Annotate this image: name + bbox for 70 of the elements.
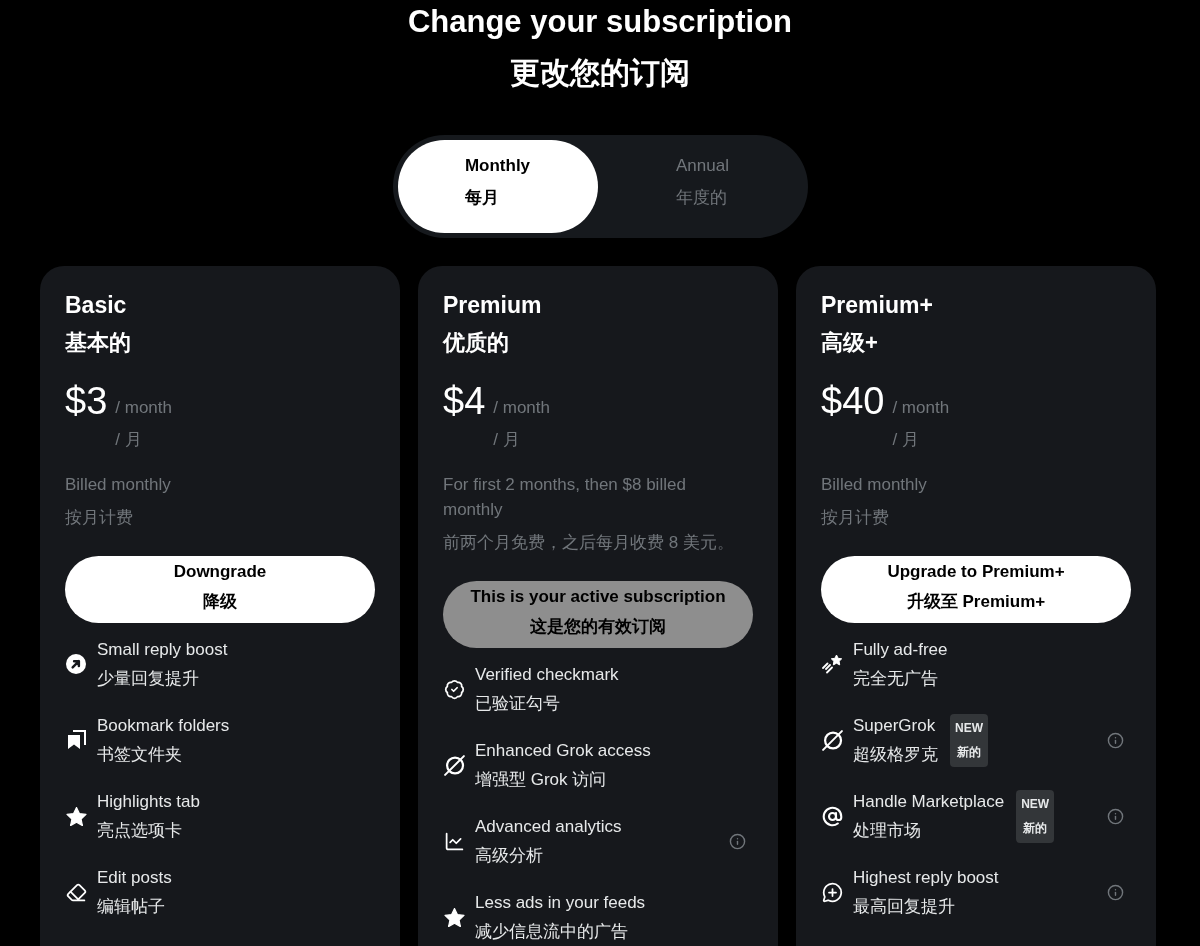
speech-bubble-plus-icon [821, 881, 843, 903]
feature-title: Edit posts [97, 867, 172, 889]
billing-note: Billed monthly [821, 474, 927, 496]
feature-title-translation: 少量回复提升 [97, 668, 199, 690]
feature-title-translation: 处理市场 [853, 820, 921, 842]
price-period-translation: / 月 [892, 429, 919, 451]
price-amount: $3 [65, 379, 108, 423]
info-icon[interactable] [1107, 883, 1124, 901]
price-amount: $4 [443, 379, 486, 423]
plan-action-button[interactable]: Upgrade to Premium+ 升级至 Premium+ [821, 556, 1131, 623]
feature-title-translation: 最高回复提升 [853, 896, 955, 918]
billing-note-translation: 前两个月免费，之后每月收费 8 美元。 [443, 532, 734, 554]
plan-name: Premium [443, 291, 542, 320]
feature-title-translation: 高级分析 [475, 845, 543, 867]
new-badge: NEW 新的 [950, 713, 988, 767]
feature-title: Advanced analytics [475, 816, 622, 838]
price-period-translation: / 月 [115, 429, 142, 451]
plan-action-button[interactable]: Downgrade 降级 [65, 556, 375, 623]
billing-tab[interactable]: Annual 年度的 [602, 140, 803, 233]
price-period: / month [115, 397, 172, 419]
feature-title: Enhanced Grok access [475, 740, 651, 762]
plan-name-translation: 高级+ [821, 329, 878, 357]
page-title-translation: 更改您的订阅 [510, 55, 690, 91]
feature-title-translation: 完全无广告 [853, 668, 938, 690]
feature-title: Highest reply boost [853, 867, 999, 889]
price-amount: $40 [821, 379, 885, 423]
feature-title-translation: 亮点选项卡 [97, 820, 182, 842]
price-period-translation: / 月 [493, 429, 520, 451]
feature-title: SuperGrok [853, 715, 936, 737]
verified-badge-icon [443, 678, 465, 700]
billing-note: Billed monthly [65, 474, 171, 496]
feature-title: Verified checkmark [475, 664, 619, 686]
star-icon [443, 907, 465, 927]
info-icon[interactable] [1107, 731, 1124, 749]
feature-title: Highlights tab [97, 791, 200, 813]
new-badge: NEW 新的 [1016, 789, 1055, 843]
slashed-circle-icon [821, 729, 843, 751]
shooting-star-icon [821, 654, 843, 674]
at-sign-icon [821, 805, 843, 827]
bookmarks-icon [66, 730, 86, 750]
price-period: / month [493, 397, 550, 419]
feature-title-translation: 编辑帖子 [97, 896, 165, 918]
page-title: Change your subscription [407, 3, 793, 41]
feature-title: Bookmark folders [97, 715, 230, 737]
line-chart-icon [443, 830, 465, 852]
billing-note: For first 2 months, then $8 billed monthly [443, 474, 687, 521]
info-icon[interactable] [1107, 807, 1124, 825]
billing-note-translation: 按月计费 [821, 507, 889, 529]
plan-name: Basic [65, 291, 127, 320]
feature-title-translation: 已验证勾号 [475, 693, 560, 715]
arrow-circle-icon [66, 654, 86, 674]
billing-tab[interactable]: Monthly 每月 [397, 140, 598, 233]
plan-name-translation: 基本的 [65, 329, 131, 357]
feature-title-translation: 减少信息流中的广告 [475, 921, 628, 943]
eraser-icon [65, 881, 87, 903]
billing-note-translation: 按月计费 [65, 507, 133, 529]
feature-title: Fully ad-free [853, 639, 948, 661]
feature-title-translation: 增强型 Grok 访问 [475, 769, 607, 791]
feature-title: Handle Marketplace [853, 791, 1005, 813]
info-icon[interactable] [729, 832, 746, 850]
slashed-circle-icon [443, 754, 465, 776]
price-period: / month [892, 397, 950, 419]
feature-title-translation: 书签文件夹 [97, 744, 182, 766]
feature-title: Less ads in your feeds [475, 892, 646, 914]
plan-name: Premium+ [821, 291, 933, 320]
feature-title: Small reply boost [97, 639, 228, 661]
star-icon [65, 806, 87, 826]
feature-title-translation: 超级格罗克 [853, 744, 938, 766]
current-plan-button[interactable]: This is your active subscription 这是您的有效订阅 [443, 581, 753, 648]
plan-name-translation: 优质的 [443, 329, 509, 357]
